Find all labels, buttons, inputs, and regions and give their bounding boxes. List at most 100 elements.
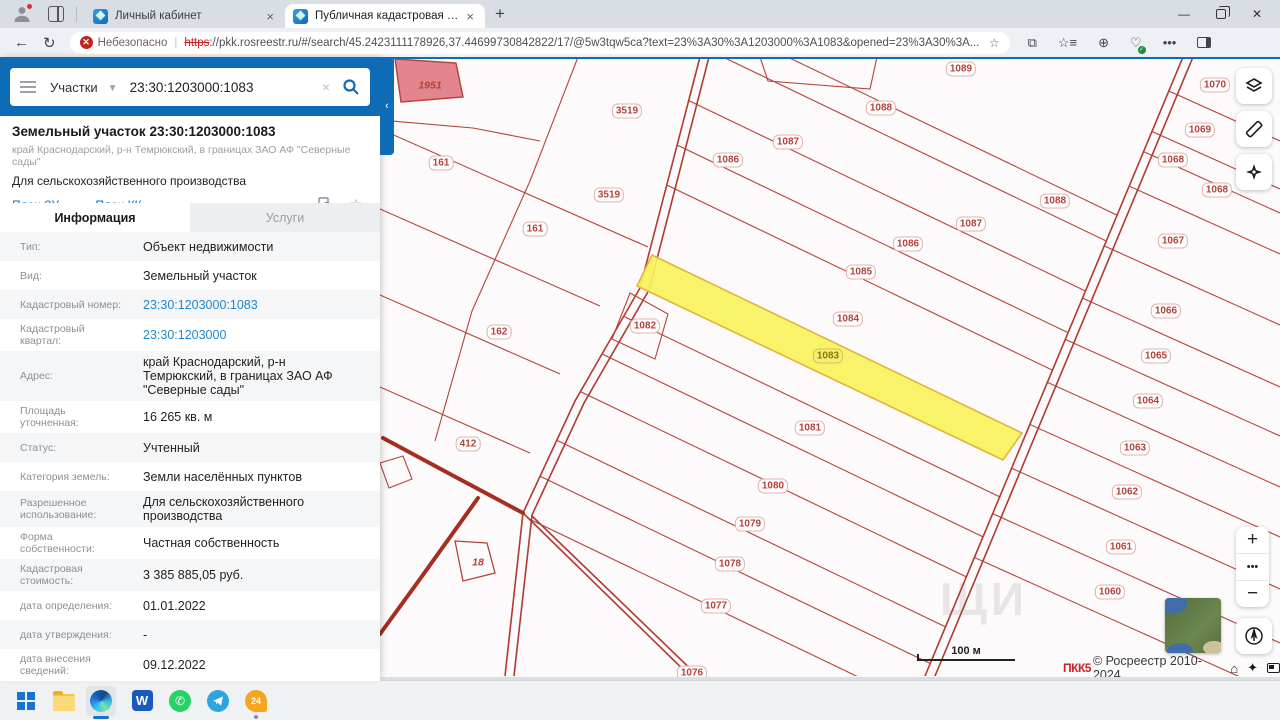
search-input[interactable] [130,80,322,95]
edge-taskbar-button[interactable] [86,686,116,716]
info-row-value[interactable]: 23:30:1203000:1083 [123,298,360,312]
tab-close-icon[interactable]: × [263,9,277,24]
more-menu-icon[interactable]: ••• [1163,35,1177,50]
display-icon[interactable] [1267,663,1280,673]
parcel-label-1062[interactable]: 1062 [1112,485,1142,500]
position-icon[interactable]: ✦ [1247,660,1258,676]
measure-button[interactable] [1236,111,1272,147]
coordinates-button[interactable] [1236,154,1272,190]
zoom-options-button[interactable]: ••• [1236,554,1269,580]
zoom-in-button[interactable]: + [1236,527,1269,553]
parcel-label-412[interactable]: 412 [456,437,481,452]
refresh-button[interactable]: ↻ [43,34,56,52]
parcel-label-1078[interactable]: 1078 [715,557,745,572]
parcel-label-161[interactable]: 161 [429,156,454,171]
info-row-label: Кадастровая стоимость: [0,563,123,587]
parcel-label-1080[interactable]: 1080 [758,479,788,494]
parcel-label-1076[interactable]: 1076 [677,666,707,678]
minimap-field [1203,641,1221,653]
layers-button[interactable] [1236,68,1272,104]
info-row-label: Кадастровый номер: [0,299,123,311]
collections-icon[interactable]: ⊕ [1098,35,1109,51]
parcel-label-1086[interactable]: 1086 [713,153,743,168]
parcel-label-1081[interactable]: 1081 [795,421,825,436]
sidebar-panel-icon[interactable] [1197,37,1211,48]
parcel-label-1088[interactable]: 1088 [866,101,896,116]
parcel-label-1077[interactable]: 1077 [701,599,731,614]
whatsapp-taskbar-button[interactable]: ✆ [168,689,192,713]
info-row-value: Учтенный [123,441,360,455]
scale-line [917,659,1015,661]
tab-personal-cabinet[interactable]: Личный кабинет × [85,4,285,28]
parcel-label-1063[interactable]: 1063 [1120,441,1150,456]
parcel-label-1087[interactable]: 1087 [956,217,986,232]
folder-icon [53,694,75,711]
tab-actions-icon[interactable] [48,6,64,22]
parcel-label-1951[interactable]: 1951 [418,80,441,93]
parcel-label-1087[interactable]: 1087 [773,135,803,150]
info-table: Тип:Объект недвижимостиВид:Земельный уча… [0,232,380,681]
tab-cadastral-map[interactable]: Публичная кадастровая карта × [285,4,485,28]
restore-button[interactable] [1216,9,1226,19]
search-icon[interactable] [342,78,360,96]
minimap-thumbnail[interactable] [1165,598,1221,653]
parcel-label-1088[interactable]: 1088 [1040,194,1070,209]
my-location-button[interactable] [1236,618,1272,654]
parcel-label-3519[interactable]: 3519 [612,104,642,119]
bitrix24-taskbar-button[interactable]: 24 [244,689,268,713]
parcel-label-1085[interactable]: 1085 [846,265,876,280]
browser-essentials-icon[interactable]: ♡✓ [1130,35,1142,51]
parcel-label-1070[interactable]: 1070 [1200,78,1230,93]
parcel-label-1064[interactable]: 1064 [1133,394,1163,409]
parcel-label-1082[interactable]: 1082 [630,319,660,334]
minimize-button[interactable]: — [1178,7,1190,21]
parcel-label-1067[interactable]: 1067 [1158,234,1188,249]
start-button[interactable] [14,689,38,713]
telegram-taskbar-button[interactable] [206,689,230,713]
parcel-label-1068[interactable]: 1068 [1202,183,1232,198]
clear-search-icon[interactable]: × [322,79,330,95]
tab-close-icon[interactable]: × [463,9,477,24]
window-controls: — ✕ [1160,0,1280,28]
info-row-value[interactable]: 23:30:1203000 [123,328,360,342]
parcel-label-162[interactable]: 162 [487,325,512,340]
parcel-label-1069[interactable]: 1069 [1185,123,1215,138]
menu-icon[interactable] [20,81,36,93]
address-bar[interactable]: ✕ Небезопасно | https ://pkk.rosreestr.r… [70,32,1010,54]
browser-profile-icon[interactable] [12,4,32,24]
info-row-label: дата внесения сведений: [0,653,123,677]
back-button[interactable]: ← [14,34,29,51]
favorite-star-icon[interactable]: ☆ [989,36,1000,50]
parcel-label-161[interactable]: 161 [523,222,548,237]
parcel-label-1084[interactable]: 1084 [833,312,863,327]
parcel-label-1061[interactable]: 1061 [1106,540,1136,555]
parcel-label-1086[interactable]: 1086 [893,237,923,252]
parcel-label-1060[interactable]: 1060 [1095,585,1125,600]
parcel-label-1065[interactable]: 1065 [1141,349,1171,364]
info-row-value: Для сельскохозяйственного производства [123,495,360,523]
file-explorer-button[interactable] [52,689,76,713]
sidebar-collapse-button[interactable]: ‹ [380,57,394,155]
parcel-label-3519[interactable]: 3519 [594,188,624,203]
parcel-label-1089[interactable]: 1089 [946,62,976,77]
close-button[interactable]: ✕ [1252,7,1262,21]
split-screen-icon[interactable]: ⧉ [1028,35,1037,51]
favorites-list-icon[interactable]: ☆≡ [1058,35,1077,51]
word-taskbar-button[interactable]: W [130,689,154,713]
map-canvas[interactable]: ЩИ + ••• − [380,57,1280,677]
info-row: Тип:Объект недвижимости [0,232,380,261]
info-row-label: дата определения: [0,600,123,612]
parcel-label-1079[interactable]: 1079 [735,517,765,532]
info-row-label: дата утверждения: [0,629,123,641]
parcel-label-1068[interactable]: 1068 [1158,153,1188,168]
search-category-select[interactable]: Участки [50,80,98,95]
chevron-down-icon[interactable]: ▼ [108,83,118,94]
parcel-label-1083[interactable]: 1083 [813,349,843,364]
home-icon[interactable]: ⌂ [1230,661,1238,676]
new-tab-button[interactable]: + [495,4,505,24]
tab-services[interactable]: Услуги [190,203,380,232]
parcel-label-1066[interactable]: 1066 [1151,304,1181,319]
parcel-label-18[interactable]: 18 [472,557,484,570]
zoom-out-button[interactable]: − [1236,581,1269,607]
tab-information[interactable]: Информация [0,203,190,232]
